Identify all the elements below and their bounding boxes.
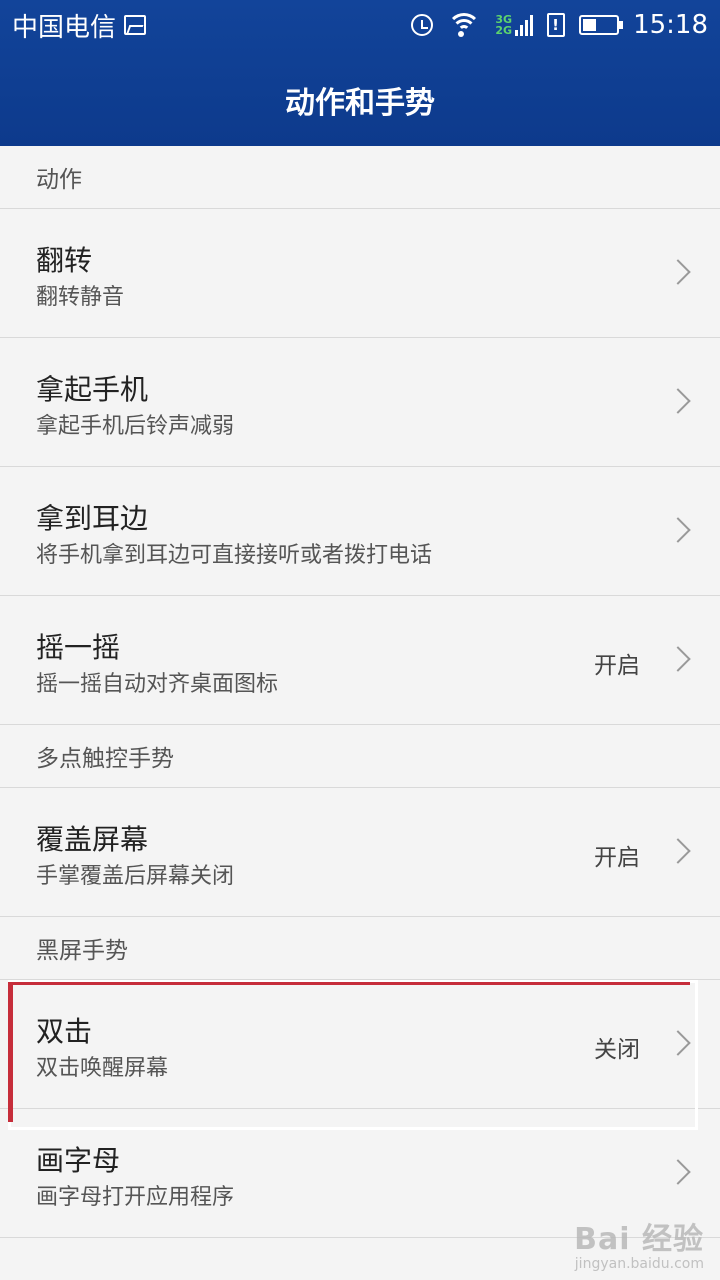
watermark-sub: jingyan.baidu.com — [574, 1256, 704, 1272]
mobile-signal-icon: 3G 2G — [495, 14, 534, 37]
network-label-2g: 2G — [495, 24, 513, 37]
item-label: 覆盖屏幕 — [36, 823, 149, 856]
item-label: 拿到耳边 — [36, 502, 149, 535]
status-left: 中国电信 — [12, 7, 147, 44]
item-label: 画字母 — [36, 1144, 121, 1177]
item-sublabel: 双击唤醒屏幕 — [36, 1056, 169, 1081]
baidu-watermark: Bai 经验 jingyan.baidu.com — [574, 1214, 704, 1272]
item-sublabel: 摇一摇自动对齐桌面图标 — [36, 672, 279, 697]
settings-list: 动作 翻转 翻转静音 拿起手机 拿起手机后铃声减弱 拿到耳边 将手机拿到耳边可直… — [0, 146, 720, 1238]
list-item-double-tap[interactable]: 双击 双击唤醒屏幕 关闭 — [0, 980, 720, 1109]
chevron-right-icon — [665, 838, 691, 864]
item-label: 拿起手机 — [36, 373, 149, 406]
clock: 15:18 — [633, 10, 708, 40]
battery-icon — [579, 15, 624, 35]
chevron-right-icon — [665, 259, 691, 285]
list-item-pickup[interactable]: 拿起手机 拿起手机后铃声减弱 — [0, 338, 720, 467]
chevron-right-icon — [665, 1030, 691, 1056]
section-header-screen-off: 黑屏手势 — [0, 917, 720, 980]
list-item-ear[interactable]: 拿到耳边 将手机拿到耳边可直接接听或者拨打电话 — [0, 467, 720, 596]
status-bar: 中国电信 3G 2G 15:18 — [0, 0, 720, 50]
highlight-left-border — [8, 982, 13, 1122]
watermark-main: Bai 经验 — [574, 1222, 704, 1257]
header: 中国电信 3G 2G 15:18 — [0, 0, 720, 146]
chevron-right-icon — [665, 388, 691, 414]
highlight-top-border — [8, 982, 690, 985]
alarm-icon — [411, 14, 434, 36]
item-sublabel: 将手机拿到耳边可直接接听或者拨打电话 — [36, 543, 433, 568]
battery-fill — [583, 19, 597, 31]
section-header-multitouch: 多点触控手势 — [0, 725, 720, 788]
list-item-cover-screen[interactable]: 覆盖屏幕 手掌覆盖后屏幕关闭 开启 — [0, 788, 720, 917]
item-value: 开启 — [594, 845, 640, 871]
item-sublabel: 翻转静音 — [36, 285, 125, 310]
chevron-right-icon — [665, 1159, 691, 1185]
item-sublabel: 拿起手机后铃声减弱 — [36, 414, 235, 439]
image-icon — [124, 15, 147, 35]
page-title: 动作和手势 — [285, 86, 435, 121]
item-sublabel: 手掌覆盖后屏幕关闭 — [36, 864, 235, 889]
chevron-right-icon — [665, 517, 691, 543]
item-label: 双击 — [36, 1015, 93, 1048]
list-item-shake[interactable]: 摇一摇 摇一摇自动对齐桌面图标 开启 — [0, 596, 720, 725]
item-label: 翻转 — [36, 244, 93, 277]
wifi-icon — [447, 13, 482, 37]
item-value: 开启 — [594, 653, 640, 679]
item-sublabel: 画字母打开应用程序 — [36, 1185, 235, 1210]
list-item-flip[interactable]: 翻转 翻转静音 — [0, 209, 720, 338]
chevron-right-icon — [665, 646, 691, 672]
status-right: 3G 2G 15:18 — [411, 10, 708, 40]
section-header-actions: 动作 — [0, 146, 720, 209]
sim-alert-icon — [547, 13, 566, 37]
item-label: 摇一摇 — [36, 631, 121, 664]
item-value: 关闭 — [594, 1037, 640, 1063]
settings-screen: 中国电信 3G 2G 15:18 — [0, 0, 720, 1280]
carrier-name: 中国电信 — [12, 12, 117, 43]
